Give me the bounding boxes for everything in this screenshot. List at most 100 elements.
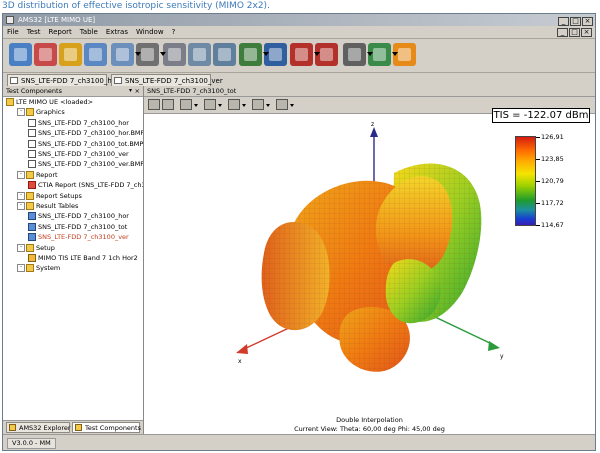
components-icon — [75, 424, 82, 431]
database-icon[interactable] — [163, 43, 186, 66]
dropdown-arrow-icon[interactable] — [135, 52, 141, 56]
tree-item[interactable]: SNS_LTE-FDD 7_ch3100_ver.BMP — [28, 159, 143, 169]
doc-tab-ver[interactable]: SNS_LTE-FDD 7_ch3100_ver — [111, 74, 223, 86]
colorbar-tick — [536, 225, 540, 226]
tree-item-label: SNS_LTE-FDD 7_ch3100_hor — [38, 212, 129, 221]
chart-icon[interactable] — [34, 43, 57, 66]
tree-folder[interactable]: - Setup — [17, 243, 55, 253]
expand-toggle-icon[interactable]: - — [17, 170, 25, 179]
tab-test-components[interactable]: Test Components — [72, 422, 141, 433]
tree-folder[interactable]: - Result Tables — [17, 201, 78, 211]
dropdown-arrow-icon[interactable] — [392, 52, 398, 56]
close-button[interactable]: × — [582, 17, 593, 26]
tree-item-label: Report Setups — [36, 191, 82, 200]
tree-item[interactable]: SNS_LTE-FDD 7_ch3100_hor.BMP — [28, 128, 143, 138]
tree-item[interactable]: SNS_LTE-FDD 7_ch3100_hor — [28, 211, 129, 221]
tab-label: Test Components — [85, 424, 141, 432]
save-icon[interactable] — [148, 99, 160, 110]
rotate-icon[interactable] — [180, 99, 192, 110]
table-icon[interactable] — [84, 43, 107, 66]
tree-folder[interactable]: - Graphics — [17, 107, 65, 117]
expand-toggle-icon[interactable]: - — [17, 202, 25, 210]
database-save-icon[interactable] — [188, 43, 211, 66]
tree-item-label: CTIA Report (SNS_LTE-FDD 7_ch31 — [38, 181, 143, 190]
copy-icon[interactable] — [162, 99, 174, 110]
report-icon[interactable] — [59, 43, 82, 66]
dropdown-arrow-icon[interactable] — [367, 52, 373, 56]
doc-icon — [28, 139, 36, 148]
mdi-close-button[interactable]: × — [581, 28, 592, 37]
plot-tab-label: SNS_LTE-FDD 7_ch3100_tot — [147, 87, 237, 95]
dropdown-arrow-icon[interactable] — [160, 52, 166, 56]
pattern-surface — [261, 163, 482, 372]
grid-icon[interactable] — [276, 99, 288, 110]
menu-bar: File Test Report Table Extras Window? _ □ × — [3, 26, 595, 39]
doc-tab-hor[interactable]: SNS_LTE-FDD 7_ch3100_hor — [7, 74, 119, 86]
minimize-button[interactable]: _ — [558, 17, 569, 26]
scale-icon[interactable] — [252, 99, 264, 110]
report-icon — [28, 181, 36, 190]
tree-folder[interactable]: - System — [17, 263, 60, 273]
mdi-restore-button[interactable]: □ — [569, 28, 580, 37]
theta-value: Theta: 60,00 deg — [339, 425, 396, 433]
tree-item[interactable]: CTIA Report (SNS_LTE-FDD 7_ch31 — [28, 180, 143, 190]
edit-icon[interactable] — [111, 43, 134, 66]
new-icon[interactable] — [9, 43, 32, 66]
record-icon[interactable] — [290, 43, 313, 66]
database-refresh-icon[interactable] — [213, 43, 236, 66]
dropdown-arrow-icon[interactable] — [266, 104, 270, 107]
dropdown-arrow-icon[interactable] — [314, 52, 320, 56]
colorbar-label-max: 126,91 — [541, 133, 564, 141]
panel-close-button[interactable]: × — [135, 86, 140, 96]
pin-icon[interactable]: ▾ — [129, 86, 132, 96]
dropdown-arrow-icon[interactable] — [218, 104, 222, 107]
expand-toggle-icon[interactable]: - — [17, 243, 25, 252]
dropdown-arrow-icon[interactable] — [194, 104, 198, 107]
colorbar-tick — [536, 181, 540, 182]
expand-toggle-icon[interactable]: - — [17, 108, 25, 117]
tree-item[interactable]: SNS_LTE-FDD 7_ch3100_tot — [28, 222, 127, 232]
tree-item-label: SNS_LTE-FDD 7_ch3100_hor — [38, 118, 129, 127]
tab-ams32-explorer[interactable]: AMS32 Explorer — [6, 422, 71, 433]
run-icon[interactable] — [239, 43, 262, 66]
colorbar-tick — [536, 159, 540, 160]
plot-tab[interactable]: SNS_LTE-FDD 7_ch3100_tot — [144, 86, 595, 97]
menu-table[interactable]: Table — [76, 26, 102, 38]
interpolation-mode: Double Interpolation — [336, 416, 403, 424]
folder-icon — [26, 243, 34, 252]
expand-toggle-icon[interactable]: - — [17, 264, 25, 273]
tree-item[interactable]: SNS_LTE-FDD 7_ch3100_ver — [28, 149, 129, 159]
tree-item[interactable]: SNS_LTE-FDD 7_ch3100_hor — [28, 118, 129, 128]
dropdown-arrow-icon[interactable] — [263, 52, 269, 56]
tis-readout: TIS = -122.07 dBm — [492, 108, 590, 123]
view-icon[interactable] — [204, 99, 216, 110]
tree-folder[interactable]: - Report — [17, 170, 58, 180]
tree-folder[interactable]: - Report Setups — [17, 191, 82, 201]
title-bar[interactable]: AMS32 [LTE MIMO UE] _ □ × — [3, 14, 595, 26]
maximize-button[interactable]: □ — [570, 17, 581, 26]
tools-icon[interactable] — [343, 43, 366, 66]
document-icon — [10, 77, 18, 84]
folder-icon — [26, 108, 34, 117]
mdi-controls: _ □ × — [556, 27, 592, 37]
tree-item-label: LTE MIMO UE <loaded> — [16, 98, 94, 106]
dropdown-arrow-icon[interactable] — [242, 104, 246, 107]
tree-item[interactable]: SNS_LTE-FDD 7_ch3100_tot.BMP — [28, 139, 143, 149]
mdi-minimize-button[interactable]: _ — [557, 28, 568, 37]
menu-report[interactable]: Report — [45, 26, 76, 38]
menu-help[interactable]: ? — [168, 26, 180, 38]
menu-file[interactable]: File — [3, 26, 23, 38]
tree-item[interactable]: MIMO TIS LTE Band 7 1ch Hor2 — [28, 253, 138, 263]
dropdown-arrow-icon[interactable] — [290, 104, 294, 107]
menu-extras[interactable]: Extras — [102, 26, 132, 38]
expand-toggle-icon[interactable]: - — [17, 191, 25, 200]
page-icon[interactable] — [228, 99, 240, 110]
table-icon — [28, 222, 36, 231]
colorbar-tick — [536, 203, 540, 204]
tree-item[interactable]: SNS_LTE-FDD 7_ch3100_ver — [28, 232, 129, 242]
menu-test[interactable]: Test — [23, 26, 45, 38]
tree-root[interactable]: LTE MIMO UE <loaded> — [6, 97, 93, 107]
menu-window[interactable]: Window — [132, 26, 168, 38]
current-view-label: Current View: — [294, 425, 338, 433]
tree-item-label: SNS_LTE-FDD 7_ch3100_ver — [38, 233, 129, 242]
